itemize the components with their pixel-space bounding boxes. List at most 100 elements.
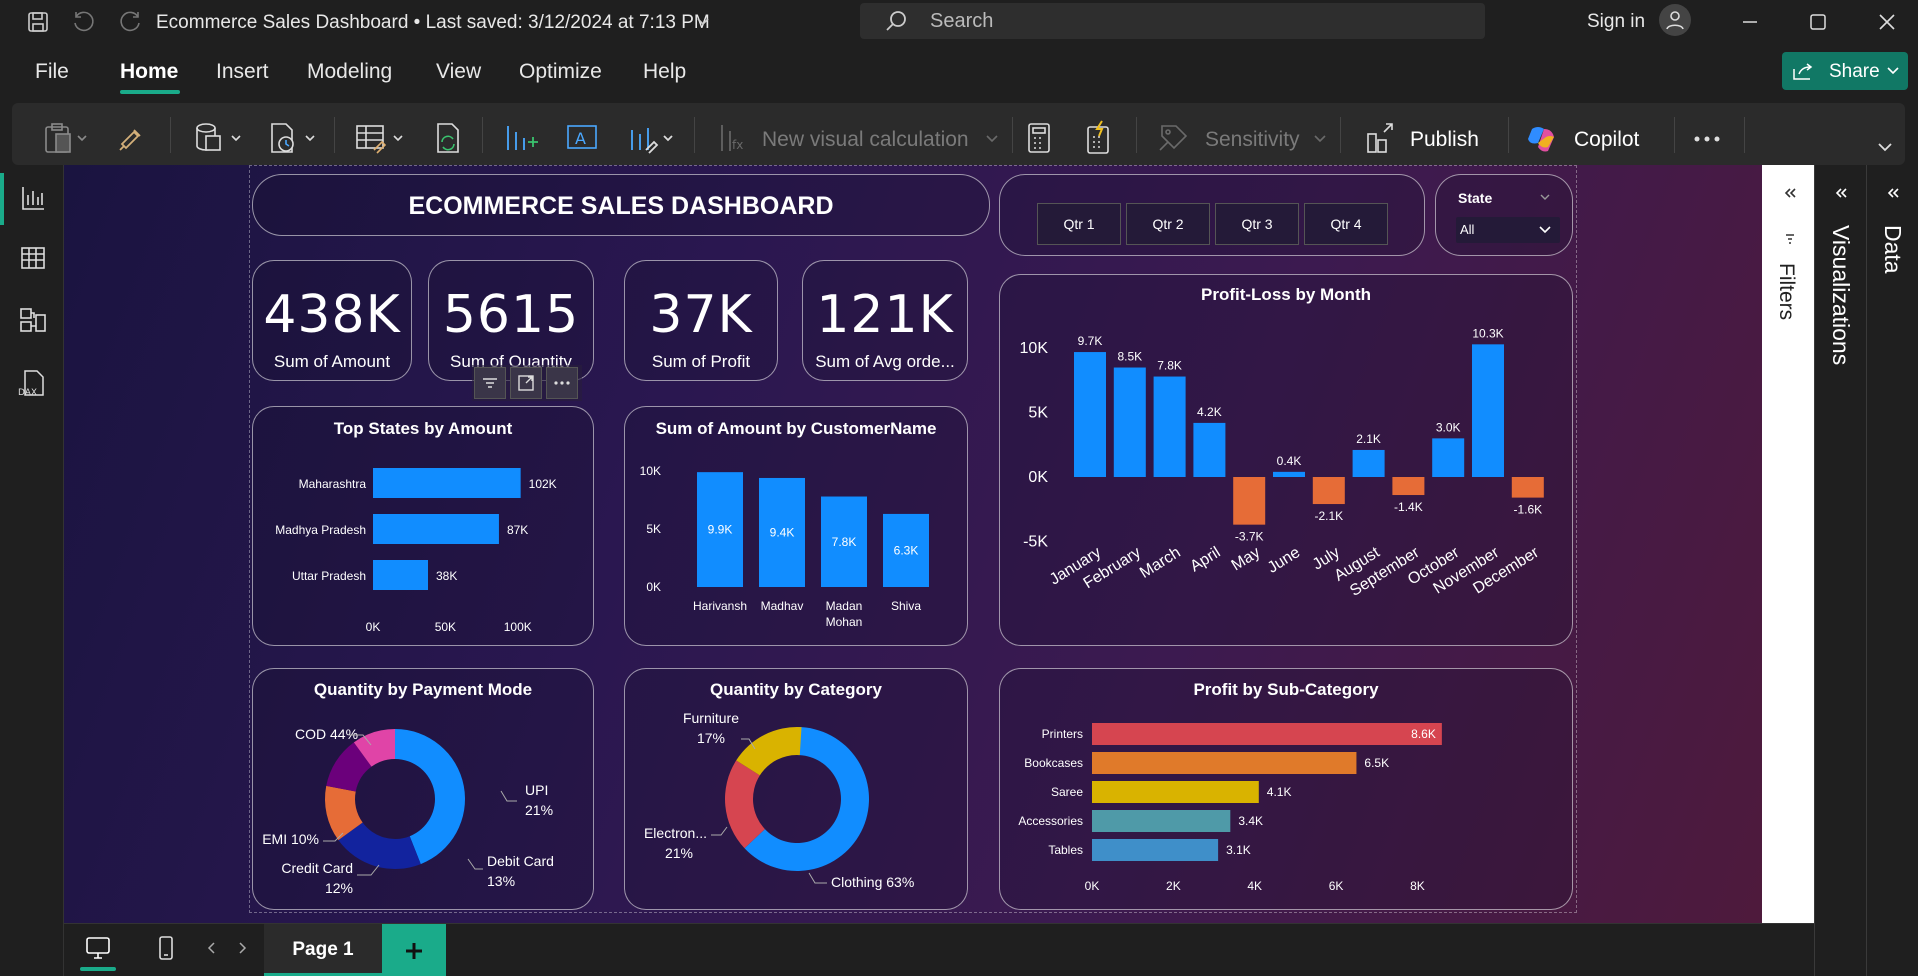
report-view-icon[interactable] (16, 181, 50, 215)
undo-icon[interactable] (70, 8, 98, 36)
sensitivity-icon[interactable] (1154, 118, 1194, 158)
visual-calc-icon[interactable]: fx (714, 120, 752, 156)
ribbon-separator (334, 117, 335, 153)
copilot-icon[interactable] (1524, 121, 1560, 157)
minimize-icon[interactable] (1735, 8, 1765, 36)
share-button[interactable]: Share (1782, 52, 1908, 90)
category-chart: Clothing 63% Electron... 21% Furniture 17% (644, 710, 914, 890)
category-card[interactable]: Quantity by Category Clothing 63% Electro… (624, 668, 968, 910)
kpi-value: 438K (263, 285, 401, 345)
svg-text:A: A (575, 129, 586, 148)
new-visual-calc-label[interactable]: New visual calculation (762, 128, 969, 152)
text-box-icon[interactable]: A (560, 118, 604, 158)
menu-file[interactable]: File (35, 60, 69, 84)
save-icon[interactable] (24, 8, 52, 36)
menu-optimize[interactable]: Optimize (519, 60, 602, 84)
title-dropdown-icon[interactable] (694, 12, 712, 32)
visual-header-toolbar (472, 365, 582, 401)
data-pane[interactable]: Data (1866, 165, 1918, 976)
category-label: Harivansh (693, 599, 747, 613)
menu-view[interactable]: View (436, 60, 481, 84)
refresh-icon[interactable] (428, 118, 468, 158)
slice-label: Credit Card (281, 860, 353, 876)
table-view-icon[interactable] (16, 241, 50, 275)
search-box[interactable]: Search (860, 3, 1485, 39)
new-visual-icon[interactable] (498, 118, 542, 158)
data-label: 7.8K (1157, 359, 1182, 373)
profit-by-subcategory-chart: Printers 8.6K Bookcases 6.5K Saree 4.1K Access… (1018, 723, 1442, 893)
transform-data-icon[interactable] (350, 118, 410, 158)
tick-label: 10K (640, 464, 661, 478)
state-dropdown[interactable]: All (1456, 217, 1560, 243)
qtr-3-button[interactable]: Qtr 3 (1215, 203, 1299, 245)
amount-by-customer-card[interactable]: Sum of Amount by CustomerName 10K 5K 0K 9.9… (624, 406, 968, 646)
publish-label[interactable]: Publish (1410, 128, 1479, 152)
close-icon[interactable] (1872, 8, 1902, 36)
filter-lines-icon[interactable] (474, 367, 506, 399)
publish-icon[interactable] (1360, 118, 1400, 158)
qtr-2-button[interactable]: Qtr 2 (1126, 203, 1210, 245)
kpi-label: Sum of Avg orde... (815, 352, 955, 371)
kpi-card-profit[interactable]: 37K Sum of Profit (624, 260, 778, 381)
next-page-icon[interactable] (236, 940, 250, 956)
menu-home[interactable]: Home (120, 60, 178, 84)
data-expand-icon[interactable] (1885, 185, 1901, 201)
payment-mode-card[interactable]: Quantity by Payment Mode COD 44% UPI 21% De… (252, 668, 594, 910)
maximize-icon[interactable] (1803, 8, 1833, 36)
filters-pane[interactable]: Filters (1762, 165, 1814, 976)
redo-icon[interactable] (116, 8, 144, 36)
paste-icon[interactable] (40, 120, 90, 156)
menu-insert[interactable]: Insert (216, 60, 269, 84)
filters-expand-icon[interactable] (1782, 185, 1798, 201)
visual-more-options-icon[interactable] (546, 367, 578, 399)
page-tab-page-1[interactable]: Page 1 (264, 924, 382, 976)
avatar-icon[interactable] (1659, 4, 1691, 36)
kpi-card-amount[interactable]: 438K Sum of Amount (252, 260, 412, 381)
ribbon-collapse-icon[interactable] (1874, 136, 1896, 158)
filters-funnel-icon (1782, 231, 1798, 247)
slicer-menu-chevron-icon[interactable] (1538, 190, 1552, 204)
more-options-icon[interactable] (1690, 124, 1724, 154)
category-label: Madan (826, 599, 863, 613)
slice-label: Electron... (644, 825, 707, 841)
mobile-layout-icon[interactable] (154, 934, 178, 962)
visualizations-label: Visualizations (1828, 225, 1854, 366)
profit-by-month-card[interactable]: Profit-Loss by Month 10K 5K 0K -5K 9.7K Janua… (999, 274, 1573, 646)
qtr-4-button[interactable]: Qtr 4 (1304, 203, 1388, 245)
menu-help[interactable]: Help (643, 60, 686, 84)
profit-by-subcategory-card[interactable]: Profit by Sub-Category Printers 8.6K Bookc… (999, 668, 1573, 910)
profit-by-month-chart: 10K5K0K-5K9.7KJanuary8.5KFebruary7.8KMar… (1020, 326, 1544, 600)
get-data-icon[interactable] (190, 118, 246, 158)
desktop-layout-icon[interactable] (82, 934, 114, 962)
prev-page-icon[interactable] (204, 940, 218, 956)
data-label: -1.6K (1513, 503, 1542, 517)
sign-in-link[interactable]: Sign in (1587, 11, 1645, 33)
qtr-1-button[interactable]: Qtr 1 (1037, 203, 1121, 245)
add-page-button[interactable] (382, 924, 446, 976)
recent-sources-icon[interactable] (264, 118, 320, 158)
sensitivity-label[interactable]: Sensitivity (1205, 128, 1300, 152)
quick-measure-icon[interactable] (1080, 118, 1116, 156)
ribbon-separator (482, 117, 483, 153)
dax-query-view-icon[interactable]: DAX (14, 365, 50, 401)
kpi-card-quantity[interactable]: 5615 Sum of Quantity (428, 260, 594, 381)
format-painter-icon[interactable] (114, 122, 148, 156)
kpi-card-avg-order[interactable]: 121K Sum of Avg orde... (802, 260, 968, 381)
model-view-icon[interactable] (16, 303, 50, 337)
visualizations-expand-icon[interactable] (1833, 185, 1849, 201)
visualizations-pane[interactable]: Visualizations (1814, 165, 1866, 976)
data-label: 10.3K (1472, 326, 1503, 340)
copilot-label[interactable]: Copilot (1574, 128, 1639, 152)
data-label: 4.1K (1267, 785, 1292, 799)
state-dropdown-chevron-icon (1538, 223, 1552, 237)
top-states-card[interactable]: Top States by Amount Maharashtra 102K Madh… (252, 406, 594, 646)
new-measure-icon[interactable] (1022, 120, 1056, 156)
more-visuals-icon[interactable] (622, 118, 682, 158)
bar (1092, 810, 1231, 832)
menu-modeling[interactable]: Modeling (307, 60, 392, 84)
bar (1153, 376, 1186, 477)
bar (1312, 477, 1345, 505)
focus-mode-icon[interactable] (510, 367, 542, 399)
tick-label: 2K (1166, 879, 1181, 893)
title-bar: Ecommerce Sales Dashboard • Last saved: … (0, 0, 1918, 44)
